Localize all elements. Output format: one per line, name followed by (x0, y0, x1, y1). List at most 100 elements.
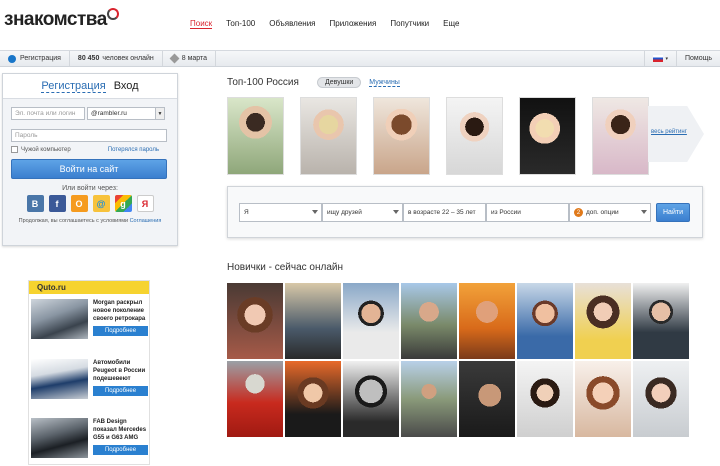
forgot-password-link[interactable]: Потерялся пароль (108, 147, 159, 153)
newbie-photo[interactable] (575, 361, 631, 437)
ad-more-button[interactable]: Подробнее (93, 326, 148, 336)
online-label: человек онлайн (102, 55, 154, 62)
foreign-computer-checkbox[interactable] (11, 146, 18, 153)
options-count-badge: 2 (574, 208, 583, 217)
online-count: 80 450 (77, 55, 100, 62)
russia-flag-icon (653, 55, 664, 62)
logo-ring-icon (107, 8, 119, 20)
newbie-photo[interactable] (517, 361, 573, 437)
ad-more-button[interactable]: Подробнее (93, 445, 148, 455)
register-label: Регистрация (20, 55, 61, 62)
odnoklassniki-icon[interactable]: О (70, 195, 88, 212)
top-navigation: Поиск Топ-100 Объявления Приложения Попу… (190, 19, 473, 29)
tab-men[interactable]: Мужчины (369, 79, 400, 87)
find-button[interactable]: Найти (656, 203, 690, 222)
age-value: в возрасте 22 – 35 лет (408, 209, 476, 216)
chevron-down-icon (641, 210, 647, 214)
search-form: Я ищу друзей в возрасте 22 – 35 лет из Р… (227, 186, 703, 238)
nav-top100[interactable]: Топ-100 (226, 19, 255, 29)
date-label: 8 марта (181, 55, 208, 62)
tab-girls[interactable]: Девушки (317, 77, 362, 88)
chevron-down-icon (393, 210, 399, 214)
date-link[interactable]: 8 марта (163, 51, 217, 66)
location-select[interactable]: из России (486, 203, 569, 222)
newbie-photo[interactable] (401, 361, 457, 437)
social-login-title: Или войти через: (62, 185, 118, 192)
google-icon[interactable]: g (114, 195, 132, 212)
top-profile-photo[interactable] (227, 97, 284, 175)
gender-tabs: Девушки Мужчины (317, 77, 400, 88)
newbie-photo[interactable] (575, 283, 631, 359)
login-button[interactable]: Войти на сайт (11, 159, 167, 179)
tab-login[interactable]: Вход (114, 80, 139, 92)
site-header: знакомства Поиск Топ-100 Объявления Прил… (0, 0, 720, 50)
domain-value: @rambler.ru (91, 110, 127, 117)
ad-image[interactable] (31, 418, 88, 458)
password-field[interactable]: Пароль (11, 129, 167, 142)
social-login-row: В f О @ g Я (11, 195, 169, 212)
newbie-photo[interactable] (401, 283, 457, 359)
nav-travel[interactable]: Попутчики (390, 19, 429, 29)
options-select[interactable]: 2 доп. опции (569, 203, 651, 222)
ad-text[interactable]: Morgan раскрыл новое поколение своего ре… (93, 299, 151, 323)
all-rating-link[interactable]: весь рейтинг (651, 129, 687, 135)
ad-more-button[interactable]: Подробнее (93, 386, 148, 396)
nav-apps[interactable]: Приложения (330, 19, 377, 29)
newbie-photo[interactable] (459, 283, 515, 359)
age-select[interactable]: в возрасте 22 – 35 лет (403, 203, 486, 222)
ad-item[interactable]: Автомобили Peugeot в России подешевеют П… (31, 359, 149, 407)
newbie-photo[interactable] (227, 283, 283, 359)
newbie-photo[interactable] (459, 361, 515, 437)
yandex-icon[interactable]: Я (136, 195, 154, 212)
location-value: из России (491, 209, 521, 216)
nav-search[interactable]: Поиск (190, 19, 213, 29)
top-profile-photo[interactable] (592, 97, 649, 175)
newbie-photo[interactable] (343, 283, 399, 359)
foreign-computer-label: Чужой компьютер (21, 146, 71, 153)
purpose-select[interactable]: ищу друзей (322, 203, 403, 222)
terms-text: Продолжая, вы соглашаетесь с условиями (18, 218, 129, 224)
terms-notice: Продолжая, вы соглашаетесь с условиями С… (11, 218, 169, 224)
newbie-photo[interactable] (517, 283, 573, 359)
options-label: доп. опции (586, 209, 619, 216)
gender-select[interactable]: Я (239, 203, 322, 222)
gender-value: Я (244, 209, 249, 216)
newbie-photo[interactable] (285, 361, 341, 437)
top-profile-photo[interactable] (519, 97, 576, 175)
ad-item[interactable]: FAB Design показал Mercedes G55 и G63 AM… (31, 418, 149, 466)
chevron-down-icon (312, 210, 318, 214)
check-icon (8, 54, 16, 63)
newbie-photo[interactable] (633, 361, 689, 437)
newbie-photo[interactable] (285, 283, 341, 359)
top-profile-photo[interactable] (446, 97, 503, 175)
terms-link[interactable]: Соглашения (130, 218, 162, 224)
top-profile-photo[interactable] (373, 97, 430, 175)
newbies-title: Новички - сейчас онлайн (227, 262, 344, 273)
nav-more[interactable]: Еще (443, 19, 459, 29)
vk-icon[interactable]: В (26, 195, 44, 212)
top-profile-photo[interactable] (300, 97, 357, 175)
ad-text[interactable]: FAB Design показал Mercedes G55 и G63 AM… (93, 418, 151, 442)
status-bar: Регистрация 80 450 человек онлайн 8 марта… (0, 50, 720, 67)
ad-brand[interactable]: Quto.ru (29, 281, 149, 294)
ad-image[interactable] (31, 359, 88, 399)
ad-image[interactable] (31, 299, 88, 339)
site-logo[interactable]: знакомства (4, 9, 107, 31)
newbie-photo[interactable] (343, 361, 399, 437)
help-link[interactable]: Помощь (675, 51, 720, 66)
login-panel: Регистрация Вход Эл. почта или логин @ra… (2, 73, 178, 246)
ad-item[interactable]: Morgan раскрыл новое поколение своего ре… (31, 299, 149, 347)
language-select[interactable]: ▾ (644, 51, 676, 66)
ad-block: Quto.ru Morgan раскрыл новое поколение с… (28, 280, 150, 465)
nav-ads[interactable]: Объявления (269, 19, 315, 29)
domain-select[interactable]: @rambler.ru ▼ (87, 107, 165, 120)
ad-text[interactable]: Автомобили Peugeot в России подешевеют (93, 359, 151, 383)
chevron-down-icon: ▼ (155, 108, 164, 119)
tab-register[interactable]: Регистрация (41, 80, 106, 93)
register-link[interactable]: Регистрация (0, 51, 70, 66)
newbie-photo[interactable] (227, 361, 283, 437)
email-field[interactable]: Эл. почта или логин (11, 107, 85, 120)
facebook-icon[interactable]: f (48, 195, 66, 212)
newbie-photo[interactable] (633, 283, 689, 359)
mailru-icon[interactable]: @ (92, 195, 110, 212)
